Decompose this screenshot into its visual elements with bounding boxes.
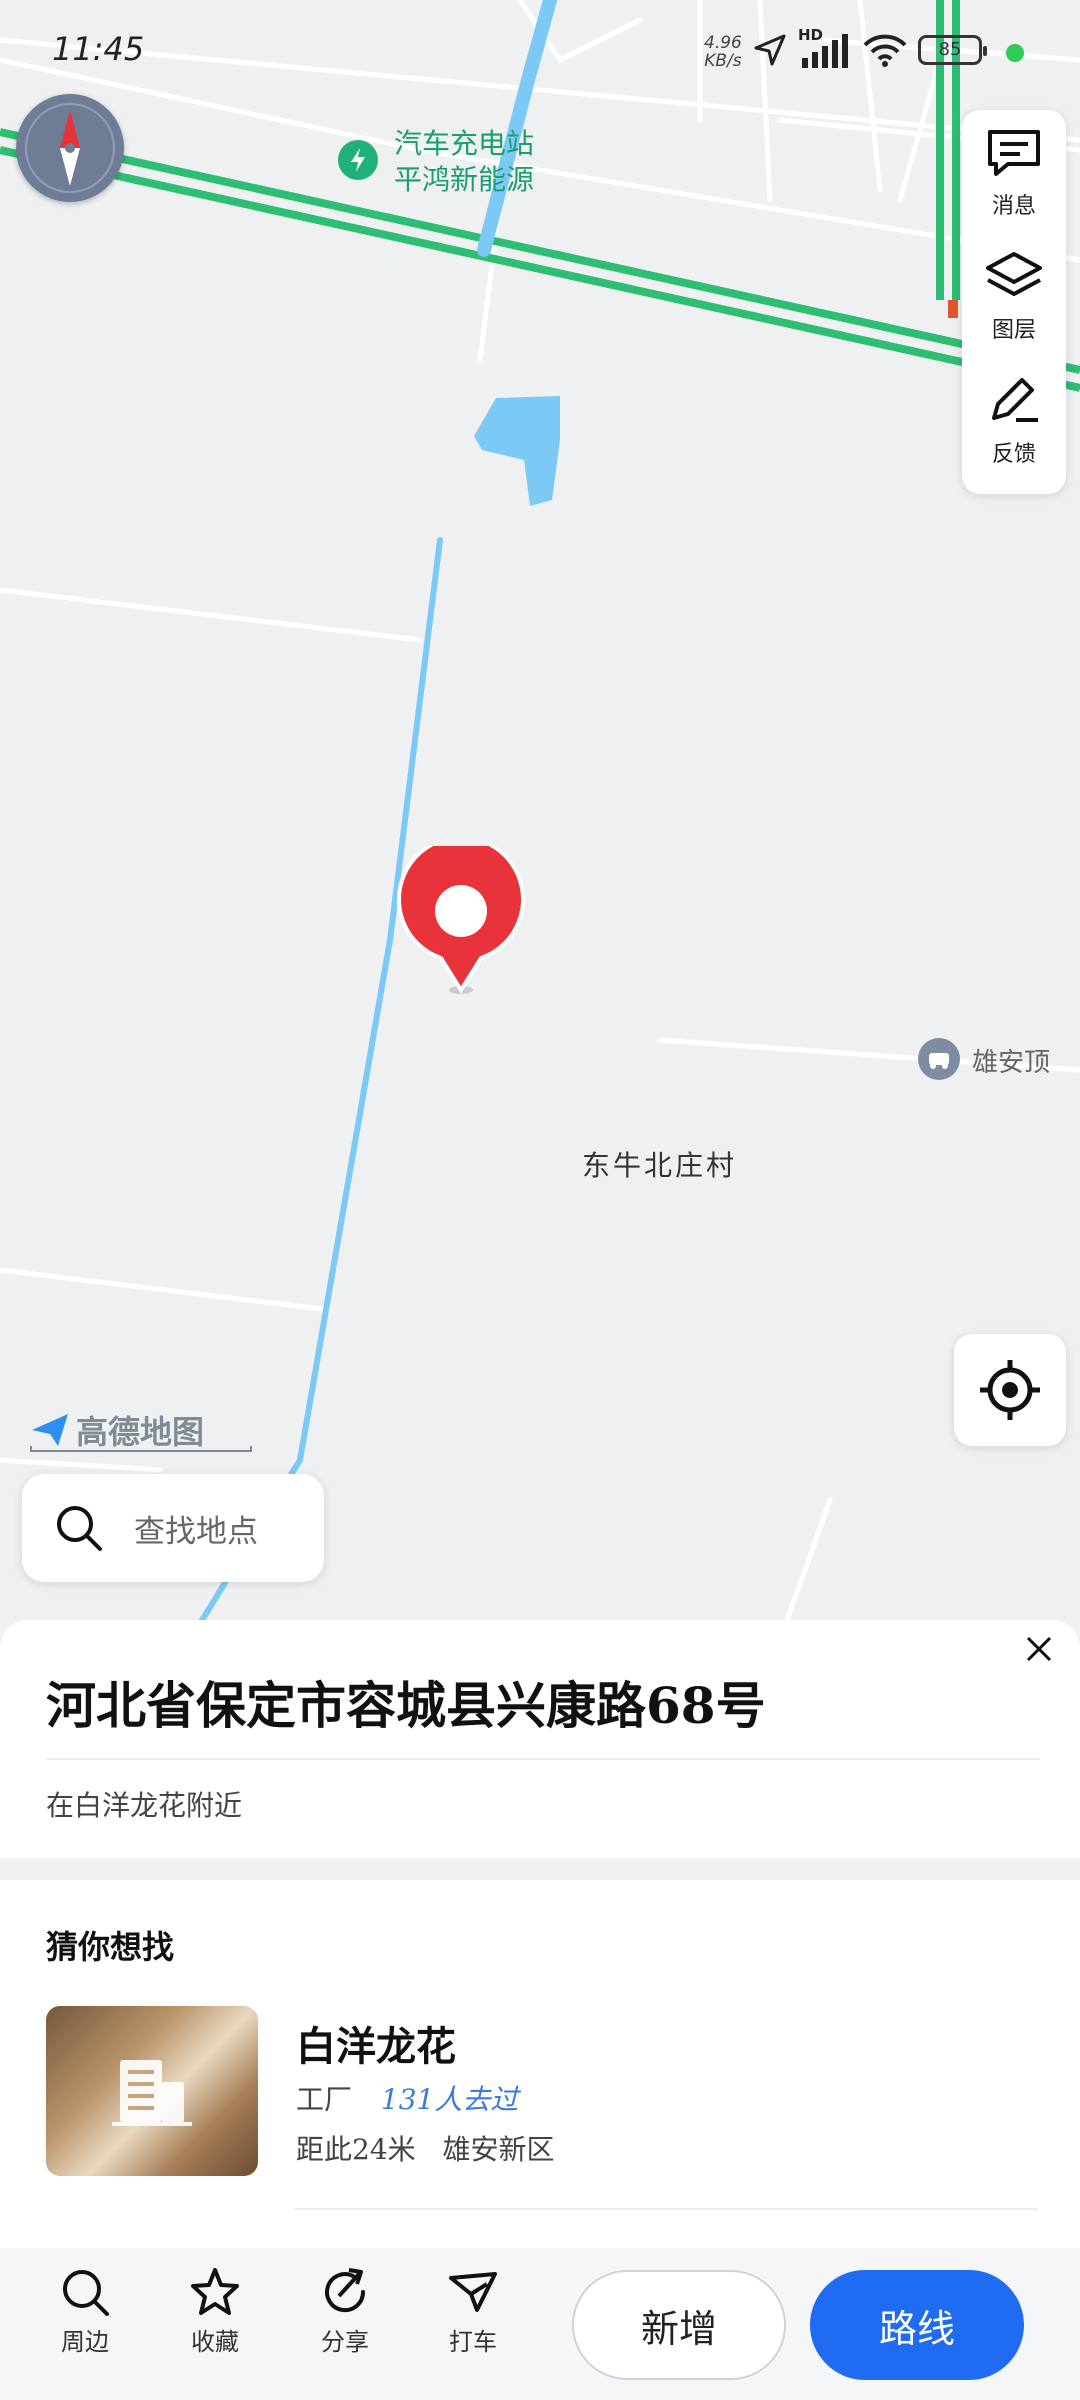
locate-icon bbox=[980, 1360, 1040, 1420]
poi-right-label: 雄安顶 bbox=[972, 1048, 1051, 1078]
messages-label: 消息 bbox=[991, 194, 1036, 219]
guess-item-category: 工厂 bbox=[296, 2083, 353, 2116]
net-speed: 4.96 KB/s bbox=[704, 33, 742, 71]
favorite-label: 收藏 bbox=[191, 2328, 239, 2356]
messages-button[interactable]: 消息 bbox=[962, 110, 1066, 230]
building-icon bbox=[46, 2006, 258, 2176]
poi-charging-line2: 平鸿新能源 bbox=[394, 163, 535, 196]
add-place-button[interactable]: 新增 bbox=[572, 2270, 786, 2380]
status-time: 11:45 bbox=[52, 30, 145, 68]
favorite-button[interactable]: 收藏 bbox=[170, 2266, 260, 2357]
taxi-button[interactable]: 打车 bbox=[428, 2266, 518, 2357]
guess-item-distance: 距此24米 bbox=[296, 2133, 416, 2166]
poi-charging-line1: 汽车充电站 bbox=[394, 127, 535, 160]
guess-section-title: 猜你想找 bbox=[46, 1928, 175, 1966]
search-placeholder: 查找地点 bbox=[134, 1513, 258, 1550]
feedback-button[interactable]: 反馈 bbox=[962, 358, 1066, 478]
guess-list-item[interactable]: 白洋龙花 工厂 131人去过 距此24米 雄安新区 bbox=[46, 2006, 1040, 2210]
search-icon bbox=[63, 2270, 109, 2316]
section-separator bbox=[0, 1858, 1080, 1880]
map-toolbar: 消息 图层 反馈 bbox=[962, 110, 1066, 494]
village-label: 东牛北庄村 bbox=[582, 1149, 738, 1182]
battery-icon: 85 bbox=[918, 35, 987, 65]
share-button[interactable]: 分享 bbox=[300, 2266, 390, 2357]
share-label: 分享 bbox=[321, 2328, 369, 2356]
location-arrow-icon bbox=[754, 34, 786, 66]
charging-icon bbox=[338, 140, 378, 180]
search-input[interactable]: 查找地点 bbox=[22, 1474, 324, 1582]
share-icon bbox=[325, 2268, 366, 2313]
scale-bar bbox=[30, 1446, 252, 1452]
guess-item-district: 雄安新区 bbox=[442, 2133, 555, 2166]
search-icon bbox=[57, 1506, 102, 1551]
locate-button[interactable] bbox=[954, 1334, 1066, 1446]
guess-item-distance-row: 距此24米 雄安新区 bbox=[296, 2128, 555, 2168]
wifi-icon bbox=[863, 34, 907, 67]
status-bar: 11:45 4.96 KB/s HD 85 bbox=[0, 0, 1080, 100]
map-view[interactable]: 汽车充电站 平鸿新能源 东牛北庄村 雄安顶 高德地图 bbox=[0, 0, 1080, 1640]
location-pin-icon[interactable] bbox=[396, 835, 526, 996]
place-nearby-text: 在白洋龙花附近 bbox=[46, 1789, 243, 1822]
guess-item-meta: 工厂 131人去过 bbox=[296, 2078, 518, 2118]
close-icon[interactable] bbox=[1024, 1634, 1054, 1664]
nearby-label: 周边 bbox=[61, 2328, 109, 2356]
compass-icon bbox=[25, 103, 115, 193]
amap-logo-icon bbox=[32, 1414, 68, 1446]
feedback-label: 反馈 bbox=[991, 442, 1036, 467]
layers-button[interactable]: 图层 bbox=[962, 234, 1066, 354]
place-thumbnail bbox=[46, 2006, 258, 2176]
route-button[interactable]: 路线 bbox=[810, 2270, 1024, 2380]
compass-button[interactable] bbox=[16, 94, 124, 202]
map-roads bbox=[0, 0, 1080, 1640]
privacy-dot bbox=[1006, 44, 1024, 62]
nearby-button[interactable]: 周边 bbox=[40, 2266, 130, 2357]
edit-icon bbox=[992, 378, 1038, 422]
pond bbox=[474, 396, 560, 506]
divider bbox=[46, 1758, 1040, 1760]
divider bbox=[294, 2208, 1038, 2210]
layers-icon bbox=[986, 252, 1042, 296]
star-icon bbox=[191, 2268, 239, 2315]
guess-item-visits: 131人去过 bbox=[380, 2083, 519, 2116]
message-icon bbox=[988, 130, 1040, 176]
place-address-title: 河北省保定市容城县兴康路68号 bbox=[46, 1676, 766, 1735]
layers-label: 图层 bbox=[991, 318, 1036, 343]
guess-item-name: 白洋龙花 bbox=[296, 2023, 456, 2070]
taxi-label: 打车 bbox=[449, 2328, 497, 2356]
taxi-icon bbox=[449, 2272, 497, 2312]
car-icon bbox=[918, 1038, 960, 1080]
signal-icon: HD bbox=[798, 26, 852, 70]
